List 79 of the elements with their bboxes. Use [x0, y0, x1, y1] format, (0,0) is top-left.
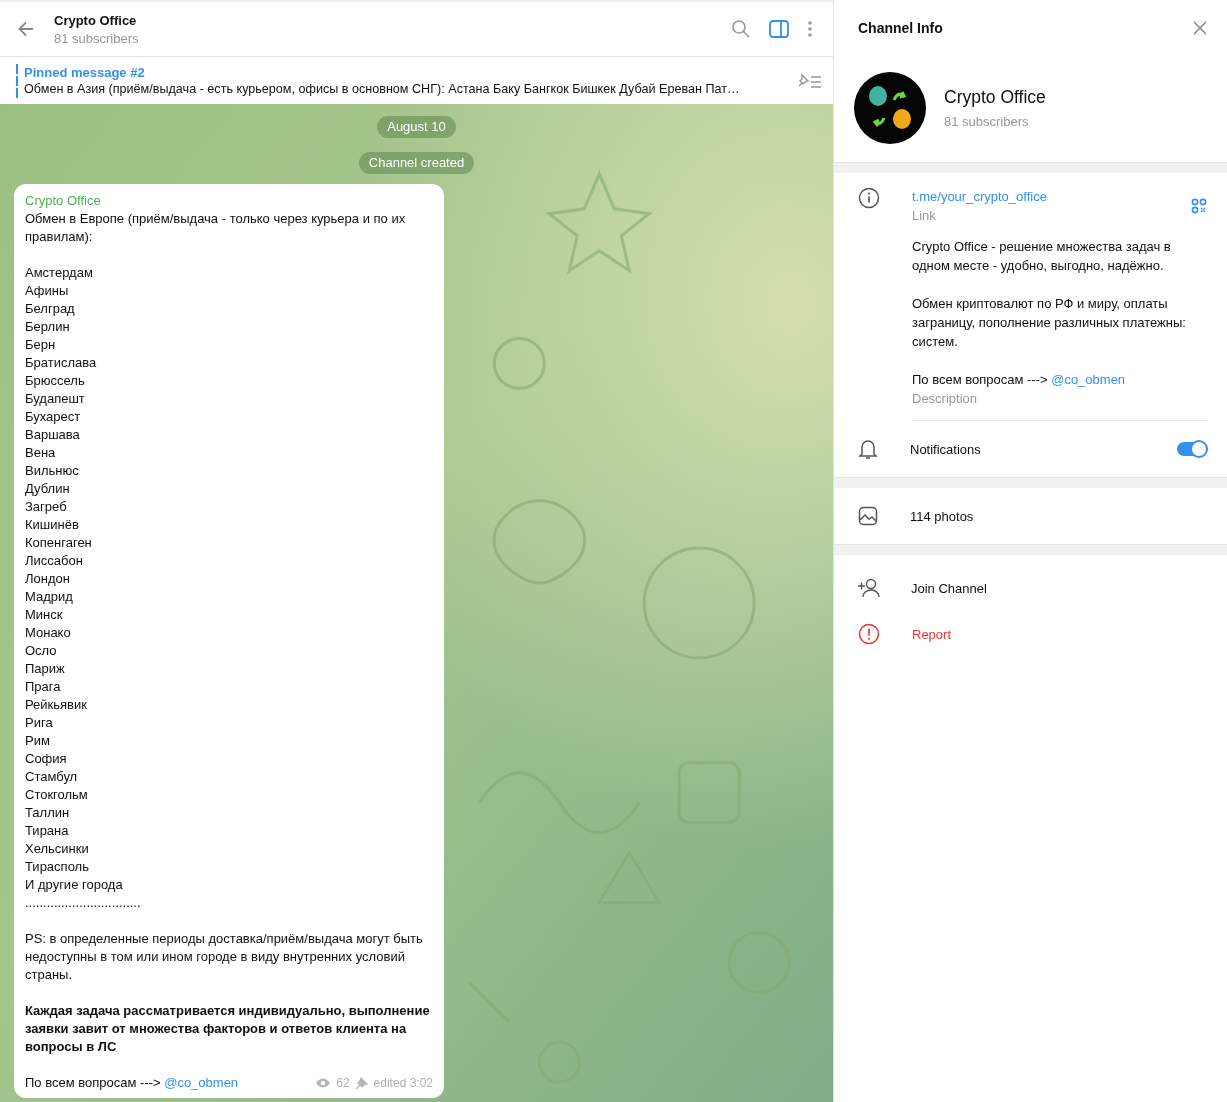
message-text: Братислава: [25, 354, 97, 372]
message-text: Каждая задача рассматривается индивидуально, выполнение заявки завит от множества факторов и ответов клиента на вопросы в ЛС: [25, 1002, 431, 1056]
message-text: Кишинёв: [25, 516, 79, 534]
message-text: Рейкьявик: [25, 696, 87, 714]
view-count: 62: [336, 1075, 350, 1092]
message-text: Копенгаген: [25, 534, 92, 552]
message-text: Афины: [25, 282, 69, 300]
message-text: Стамбул: [25, 768, 78, 786]
message-text: Загреб: [25, 498, 67, 516]
message-text: Рим: [25, 732, 50, 750]
message-text: Минск: [25, 606, 63, 624]
message-text: Прага: [25, 678, 61, 696]
subscriber-count: 81 subscribers: [944, 114, 1030, 129]
close-icon[interactable]: [1193, 21, 1207, 35]
message-text: Дублин: [25, 480, 70, 498]
message-text: И другие города: [25, 876, 123, 894]
message-text: Стокгольм: [25, 786, 88, 804]
message-text: Мадрид: [25, 588, 73, 606]
action-item[interactable]: Join Channel: [834, 565, 1227, 611]
message-text: По всем вопросам ---> @co_obmen: [25, 1074, 239, 1092]
message-text: Рига: [25, 714, 53, 732]
info-icon: [858, 187, 880, 209]
views-icon: [315, 1078, 332, 1088]
date-badge: August 10: [377, 116, 456, 138]
message-text: Бухарест: [25, 408, 81, 426]
panel-title: Channel Info: [858, 20, 943, 36]
message-text: Белград: [25, 300, 75, 318]
message-text: Амстердам: [25, 264, 93, 282]
message-text: София: [25, 750, 67, 768]
warning-icon: [858, 623, 880, 645]
subscriber-count: 81 subscribers: [54, 30, 139, 46]
action-item[interactable]: Report: [834, 611, 1227, 657]
link-caption: Link: [912, 207, 936, 225]
channel-avatar: [854, 72, 926, 144]
description-text: Обмен криптовалют по РФ и миру, оплаты заграницу, пополнение различных платежны: систем.: [912, 295, 1187, 351]
qr-code-icon[interactable]: [1191, 198, 1207, 214]
chat-title: Crypto Office: [54, 12, 137, 28]
sender-name: Crypto Office: [25, 192, 101, 210]
message-text: ................................: [25, 894, 141, 912]
notifications-label: Notifications: [910, 441, 981, 457]
username-link[interactable]: @co_obmen: [1051, 372, 1126, 387]
channel-name: Crypto Office: [944, 87, 1046, 108]
message-text: Брюссель: [25, 372, 85, 390]
channel-link[interactable]: t.me/your_crypto_office: [912, 187, 1047, 206]
message-text: Вильнюс: [25, 462, 79, 480]
description-text: Crypto Office - решение множества задач в одном месте - удобно, выгодно, надёжно.: [912, 238, 1172, 275]
message-text: Лондон: [25, 570, 70, 588]
message-text: Тирасполь: [25, 858, 89, 876]
message-text: Осло: [25, 642, 57, 660]
message-text: Париж: [25, 660, 65, 678]
back-arrow-icon[interactable]: [16, 19, 36, 39]
message-text: Варшава: [25, 426, 80, 444]
message-text: Будапешт: [25, 390, 85, 408]
photo-icon: [858, 506, 878, 526]
message-text: Лиссабон: [25, 552, 83, 570]
search-icon[interactable]: [731, 19, 751, 39]
message-text: Обмен в Европе (приём/выдача - только через курьера и по их правилам):: [25, 210, 407, 246]
pinned-text: Обмен в Азия (приём/выдача - есть курьером, офисы в основном СНГ): Астана Баку Бангкок Бишкек Дубай Ереван Пат…: [24, 82, 740, 96]
description-text: По всем вопросам ---> @co_obmen: [912, 371, 1126, 389]
add-user-icon: [857, 578, 881, 598]
message-text: PS: в определенные периоды доставка/приём/выдача могут быть недоступны в том или ином городе в виду внутренних условий страны.: [25, 930, 424, 984]
pinned-message-bar[interactable]: Pinned message #2 Обмен в Азия (приём/выдача - есть курьером, офисы в основном СНГ): Астана Баку Бангкок Бишкек Дубай Ереван Пат…: [0, 57, 833, 104]
side-panel-icon[interactable]: [769, 20, 789, 38]
message-text: Берлин: [25, 318, 70, 336]
username-link[interactable]: @co_obmen: [164, 1075, 239, 1090]
message-text: Хельсинки: [25, 840, 89, 858]
message-text: Монако: [25, 624, 71, 642]
message-text: Берн: [25, 336, 56, 354]
service-message: Channel created: [358, 152, 475, 174]
description-caption: Description: [912, 390, 978, 408]
message-text: Таллин: [25, 804, 70, 822]
edited-time: edited 3:02: [373, 1075, 433, 1092]
message-text: Тирана: [25, 822, 69, 840]
more-icon[interactable]: [807, 20, 813, 38]
photos-row[interactable]: 114 photos: [834, 488, 1227, 544]
notifications-toggle[interactable]: [1177, 442, 1207, 456]
bell-icon: [858, 438, 878, 460]
pinned-title: Pinned message #2: [24, 65, 145, 80]
message-text: Вена: [25, 444, 56, 462]
